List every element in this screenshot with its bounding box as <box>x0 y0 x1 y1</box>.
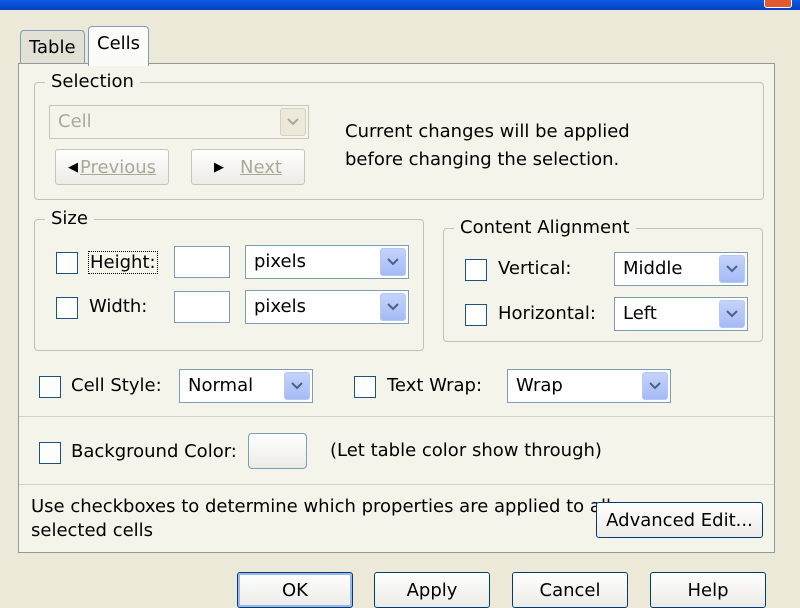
vertical-combo[interactable]: Middle <box>614 252 748 286</box>
height-label: Height: <box>88 251 158 274</box>
text-wrap-label: Text Wrap: <box>387 375 483 396</box>
vertical-checkbox[interactable] <box>465 259 487 281</box>
horizontal-value: Left <box>623 303 657 324</box>
selection-combo-value: Cell <box>58 111 92 132</box>
width-input[interactable] <box>174 291 230 323</box>
chevron-down-icon <box>642 372 668 400</box>
help-text-line1: Use checkboxes to determine which proper… <box>31 496 611 517</box>
width-label: Width: <box>89 296 148 317</box>
cell-style-label: Cell Style: <box>71 375 162 396</box>
close-window-button[interactable] <box>764 0 792 8</box>
background-color-note: (Let table color show through) <box>330 440 602 461</box>
next-label: Next <box>240 156 282 178</box>
selection-group: Selection Cell ◀ Previous ▶ Next Current… <box>34 71 764 200</box>
horizontal-combo[interactable]: Left <box>614 297 748 331</box>
background-color-checkbox[interactable] <box>39 442 61 464</box>
tab-table[interactable]: Table <box>20 30 85 64</box>
help-button[interactable]: Help <box>650 572 766 608</box>
text-wrap-value: Wrap <box>516 375 563 396</box>
height-input[interactable] <box>174 246 230 278</box>
cell-style-checkbox[interactable] <box>39 376 61 398</box>
cell-style-combo[interactable]: Normal <box>179 369 313 403</box>
text-wrap-combo[interactable]: Wrap <box>507 369 671 403</box>
content-alignment-legend: Content Alignment <box>454 217 636 238</box>
divider <box>19 484 774 485</box>
previous-button[interactable]: ◀ Previous <box>55 149 169 185</box>
content-alignment-group: Content Alignment Vertical: Middle Horiz… <box>443 217 763 342</box>
width-unit-combo[interactable]: pixels <box>245 290 409 324</box>
text-wrap-checkbox[interactable] <box>354 376 376 398</box>
previous-label: Previous <box>79 156 157 178</box>
horizontal-label: Horizontal: <box>498 303 596 324</box>
next-button[interactable]: ▶ Next <box>191 149 305 185</box>
chevron-down-icon <box>284 372 310 400</box>
chevron-down-icon <box>380 293 406 321</box>
ok-button[interactable]: OK <box>237 572 353 608</box>
tab-cells[interactable]: Cells <box>88 26 150 66</box>
background-color-swatch-button[interactable] <box>248 433 307 469</box>
horizontal-checkbox[interactable] <box>465 304 487 326</box>
vertical-label: Vertical: <box>498 258 572 279</box>
chevron-down-icon <box>719 255 745 283</box>
chevron-down-icon <box>380 248 406 276</box>
divider <box>19 416 774 417</box>
size-group: Size Height: pixels Width: pixels <box>34 208 424 351</box>
background-color-label: Background Color: <box>71 441 237 462</box>
vertical-value: Middle <box>623 258 683 279</box>
size-legend: Size <box>45 208 94 229</box>
cell-style-value: Normal <box>188 375 254 396</box>
chevron-down-icon <box>280 108 306 136</box>
width-checkbox[interactable] <box>56 297 78 319</box>
triangle-left-icon: ◀ <box>67 159 78 175</box>
selection-note-line1: Current changes will be applied <box>345 121 630 142</box>
advanced-edit-button[interactable]: Advanced Edit... <box>596 502 763 538</box>
cells-tab-panel: Selection Cell ◀ Previous ▶ Next Current… <box>18 63 775 553</box>
help-text-line2: selected cells <box>31 520 154 541</box>
apply-button[interactable]: Apply <box>374 572 490 608</box>
height-unit-value: pixels <box>254 251 306 272</box>
width-unit-value: pixels <box>254 296 306 317</box>
selection-combo[interactable]: Cell <box>49 105 309 139</box>
selection-legend: Selection <box>45 71 140 92</box>
triangle-right-icon: ▶ <box>214 159 225 175</box>
height-unit-combo[interactable]: pixels <box>245 245 409 279</box>
title-bar <box>0 0 800 10</box>
selection-note-line2: before changing the selection. <box>345 149 620 170</box>
cancel-button[interactable]: Cancel <box>512 572 628 608</box>
height-checkbox[interactable] <box>56 252 78 274</box>
chevron-down-icon <box>719 300 745 328</box>
